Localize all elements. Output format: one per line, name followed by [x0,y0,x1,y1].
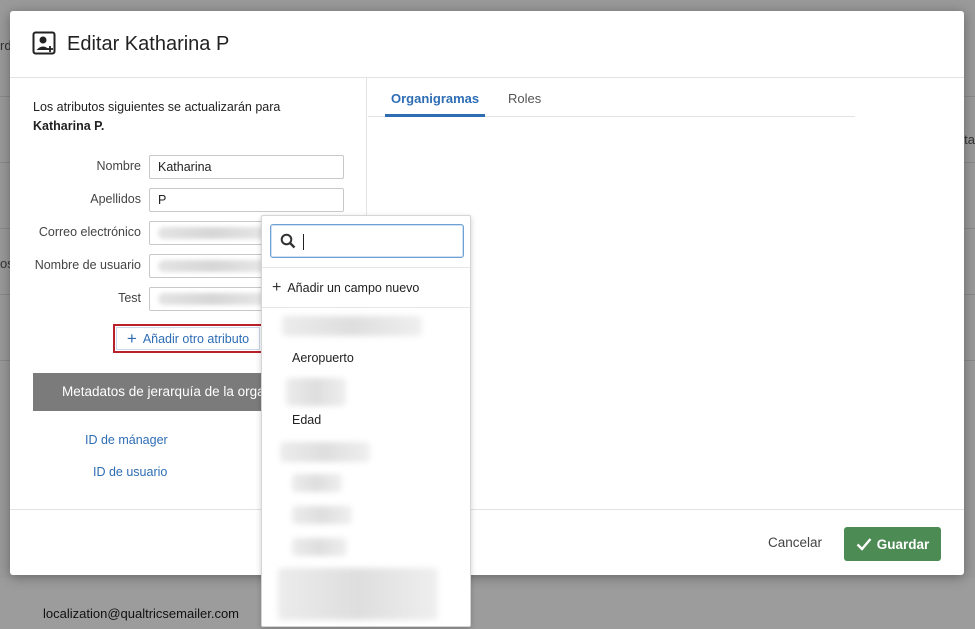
modal-header: Editar Katharina P [10,11,964,78]
intro-text: Los atributos siguientes se actualizarán… [33,98,333,136]
dropdown-divider [262,267,470,268]
plus-icon: + [126,329,137,348]
redacted-value [158,227,268,239]
redacted-value [158,260,268,272]
add-attribute-button[interactable]: + Añadir otro atributo [113,324,263,353]
field-label: Nombre [96,159,141,173]
nombre-input[interactable] [149,155,344,179]
option-aeropuerto[interactable]: Aeropuerto [292,351,354,365]
save-button[interactable]: Guardar [844,527,941,561]
option-edad[interactable]: Edad [292,413,321,427]
attribute-search-input[interactable] [309,230,459,252]
redacted-option[interactable] [286,378,346,406]
redacted-option[interactable] [282,316,422,336]
add-new-field-option[interactable]: + Añadir un campo nuevo [272,280,419,296]
user-edit-icon [32,31,56,55]
intro-text-body: Los atributos siguientes se actualizarán… [33,100,281,114]
redacted-option[interactable] [292,506,352,524]
tab-bar: Organigramas Roles [368,78,855,117]
search-icon [280,233,296,249]
field-label: Nombre de usuario [34,258,141,272]
add-attribute-button-inner: + Añadir otro atributo [116,327,260,350]
redacted-value [158,293,268,305]
apellidos-input[interactable] [149,188,344,212]
redacted-option[interactable] [292,538,347,556]
field-row-nombre: Nombre [10,155,367,179]
active-tab-indicator [385,114,485,117]
tab-roles[interactable]: Roles [508,91,541,106]
background-text-fragment: ta [964,132,975,147]
plus-icon: + [272,279,282,296]
field-label: Apellidos [90,192,141,206]
background-email: localization@qualtricsemailer.com [43,606,239,621]
background-footer [0,578,975,629]
modal-title: Editar Katharina P [67,33,230,55]
text-caret [303,234,304,250]
intro-user-name: Katharina P. [33,119,105,133]
cancel-button[interactable]: Cancelar [768,535,822,550]
field-label: Correo electrónico [38,225,141,239]
dropdown-divider [262,307,470,308]
checkmark-icon [856,538,872,551]
field-row-apellidos: Apellidos [10,188,367,212]
field-label: Test [118,291,141,305]
modal-footer: Cancelar Guardar [10,509,964,575]
attribute-search-box[interactable] [270,224,464,258]
add-attribute-label: Añadir otro atributo [142,331,250,346]
save-label: Guardar [876,536,930,552]
manager-id-link[interactable]: ID de mánager [85,433,168,447]
user-id-link[interactable]: ID de usuario [93,465,167,479]
add-new-field-label: Añadir un campo nuevo [287,281,420,295]
tab-organigramas[interactable]: Organigramas [391,91,479,106]
redacted-option[interactable] [280,442,370,462]
redacted-option[interactable] [292,474,342,492]
edit-user-modal: Editar Katharina P Los atributos siguien… [10,11,964,575]
attribute-dropdown: + Añadir un campo nuevo Aeropuerto Edad [261,215,471,627]
redacted-option[interactable] [278,568,438,620]
